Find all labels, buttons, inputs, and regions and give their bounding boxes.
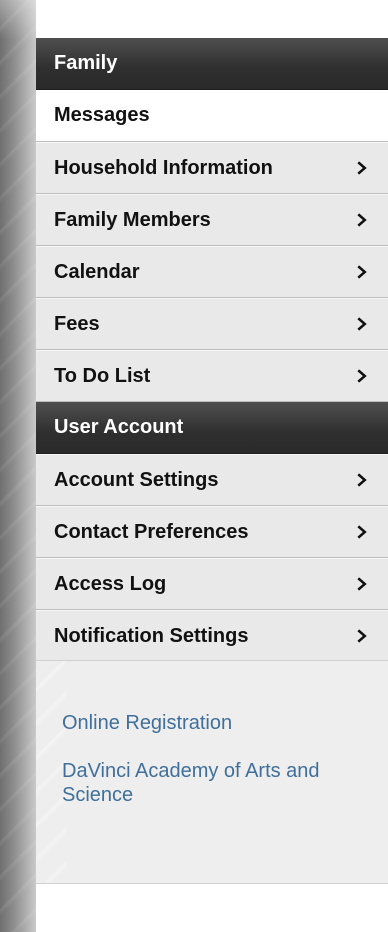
chevron-right-icon bbox=[354, 316, 370, 332]
nav-item-household-information[interactable]: Household Information bbox=[36, 142, 388, 194]
nav-item-access-log[interactable]: Access Log bbox=[36, 558, 388, 610]
links-box: Online Registration DaVinci Academy of A… bbox=[36, 660, 388, 884]
nav-item-messages[interactable]: Messages bbox=[36, 90, 388, 142]
left-navigation-panel: Family Messages Household Information Fa… bbox=[36, 38, 388, 932]
school-name-link[interactable]: DaVinci Academy of Arts and Science bbox=[62, 759, 388, 807]
nav-item-label: Household Information bbox=[54, 156, 273, 179]
nav-item-label: Family Members bbox=[54, 208, 211, 231]
chevron-right-icon bbox=[354, 368, 370, 384]
nav-item-label: Fees bbox=[54, 312, 100, 335]
nav-item-notification-settings[interactable]: Notification Settings bbox=[36, 610, 388, 662]
section-title: User Account bbox=[54, 416, 184, 438]
online-registration-link[interactable]: Online Registration bbox=[62, 711, 232, 735]
chevron-right-icon bbox=[354, 524, 370, 540]
nav-item-label: Account Settings bbox=[54, 468, 219, 491]
nav-item-label: To Do List bbox=[54, 364, 151, 387]
nav-item-contact-preferences[interactable]: Contact Preferences bbox=[36, 506, 388, 558]
chevron-right-icon bbox=[354, 576, 370, 592]
nav-item-label: Calendar bbox=[54, 260, 140, 283]
nav-item-account-settings[interactable]: Account Settings bbox=[36, 454, 388, 506]
nav-item-to-do-list[interactable]: To Do List bbox=[36, 350, 388, 402]
chevron-right-icon bbox=[354, 628, 370, 644]
nav-item-fees[interactable]: Fees bbox=[36, 298, 388, 350]
chevron-right-icon bbox=[354, 472, 370, 488]
section-title: Family bbox=[54, 52, 118, 74]
nav-item-family-members[interactable]: Family Members bbox=[36, 194, 388, 246]
nav-item-label: Messages bbox=[54, 104, 150, 126]
nav-item-label: Notification Settings bbox=[54, 624, 249, 647]
strip-shine bbox=[0, 0, 36, 932]
nav-item-label: Contact Preferences bbox=[54, 520, 249, 543]
strip-topcap bbox=[0, 0, 36, 40]
chevron-right-icon bbox=[354, 264, 370, 280]
section-header-family: Family bbox=[36, 38, 388, 90]
chevron-right-icon bbox=[354, 160, 370, 176]
nav-item-label: Access Log bbox=[54, 572, 167, 595]
left-decorative-strip bbox=[0, 0, 36, 932]
chevron-right-icon bbox=[354, 212, 370, 228]
section-header-user-account: User Account bbox=[36, 402, 388, 454]
nav-item-calendar[interactable]: Calendar bbox=[36, 246, 388, 298]
